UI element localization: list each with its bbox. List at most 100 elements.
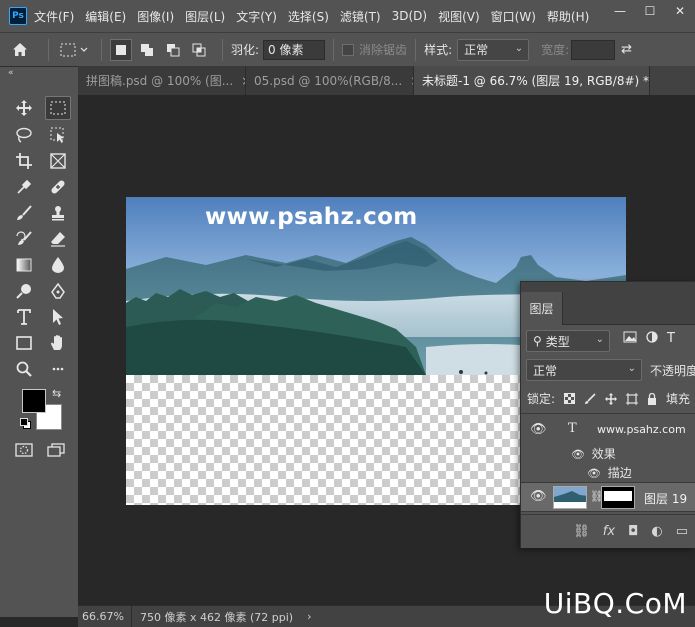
adjustment-filter-icon[interactable] (646, 331, 658, 343)
rectangle-tool-icon[interactable] (11, 331, 37, 355)
separator (333, 38, 335, 61)
menu-type[interactable]: 文字(Y) (236, 8, 277, 25)
effects-row[interactable]: 👁 效果 (571, 445, 616, 462)
link-layers-icon[interactable]: ⛓ (573, 524, 590, 539)
swap-dimensions-icon[interactable]: ⇄ (621, 42, 632, 57)
stroke-effect-row[interactable]: 👁 描边 (587, 464, 632, 481)
more-tools-icon[interactable] (45, 357, 71, 381)
menu-help[interactable]: 帮助(H) (547, 8, 589, 25)
zoom-tool-icon[interactable] (11, 357, 37, 381)
lock-position-icon[interactable] (605, 392, 618, 405)
dodge-tool-icon[interactable] (11, 279, 37, 303)
minimize-button[interactable]: — (605, 0, 635, 22)
adjustment-layer-icon[interactable]: ◐ (651, 524, 662, 539)
subtract-selection-button[interactable] (162, 39, 184, 61)
menu-image[interactable]: 图像(I) (137, 8, 174, 25)
chevron-down-icon: ⌄ (514, 42, 524, 54)
clone-stamp-tool-icon[interactable] (45, 201, 71, 225)
blend-mode-value: 正常 (533, 363, 558, 378)
menu-layer[interactable]: 图层(L) (185, 8, 225, 25)
separator (521, 413, 695, 414)
blur-tool-icon[interactable] (45, 253, 71, 277)
lock-all-icon[interactable] (647, 392, 657, 405)
frame-tool-icon[interactable] (45, 149, 71, 173)
menu-filter[interactable]: 滤镜(T) (340, 8, 381, 25)
antialias-label: 消除锯齿 (359, 43, 408, 57)
type-tool-icon[interactable] (11, 305, 37, 329)
add-selection-icon (141, 43, 153, 56)
fx-icon[interactable]: fx (603, 524, 615, 539)
layer-row-text[interactable]: 👁 T www.psahz.com (521, 416, 695, 444)
rect-marquee-preset-icon[interactable] (57, 43, 93, 57)
eye-icon[interactable]: 👁 (571, 448, 585, 461)
tab-label: 拼图稿.psd @ 100% (图... (86, 74, 234, 88)
antialias-checkbox[interactable] (342, 43, 355, 56)
layer-filter-value: 类型 (545, 334, 570, 349)
status-menu-icon[interactable]: › (307, 610, 311, 623)
eraser-tool-icon[interactable] (45, 227, 71, 251)
feather-label: 羽化: (231, 43, 260, 57)
add-selection-button[interactable] (136, 39, 158, 61)
menu-window[interactable]: 窗口(W) (491, 8, 536, 25)
tab-document-1[interactable]: 拼图稿.psd @ 100% (图... × (78, 66, 246, 95)
tab-layers[interactable]: 图层 (521, 292, 563, 325)
lock-pixels-icon[interactable] (584, 392, 596, 405)
effects-label: 效果 (591, 447, 616, 461)
zoom-level[interactable]: 66.67% (78, 606, 132, 627)
style-label: 样式: (424, 43, 453, 57)
new-selection-button[interactable] (110, 38, 132, 61)
swap-colors-icon[interactable]: ⇆ (52, 387, 61, 400)
type-filter-icon[interactable]: T (667, 331, 675, 346)
intersect-selection-button[interactable] (188, 39, 210, 61)
tab-document-2[interactable]: 05.psd @ 100%(RGB/8... × (246, 66, 414, 95)
hand-tool-icon[interactable] (45, 331, 71, 355)
brush-tool-icon[interactable] (11, 201, 37, 225)
screen-mode-icon[interactable] (43, 438, 69, 462)
style-dropdown[interactable]: 正常 ⌄ (457, 38, 530, 61)
menu-file[interactable]: 文件(F) (34, 8, 74, 25)
tab-document-3[interactable]: 未标题-1 @ 66.7% (图层 19, RGB/8#) * × (414, 66, 650, 95)
lock-transparent-icon[interactable] (564, 393, 576, 404)
search-icon: ⚲ (533, 334, 542, 348)
foreground-color-swatch[interactable] (22, 389, 46, 413)
lock-artboard-icon[interactable] (626, 392, 639, 405)
collapse-toolbar-icon[interactable]: « (8, 67, 14, 79)
path-select-tool-icon[interactable] (45, 305, 71, 329)
toolbar-header: « (0, 66, 78, 80)
home-icon[interactable] (0, 42, 40, 57)
move-tool-icon[interactable] (11, 96, 37, 120)
text-layer-name: www.psahz.com (597, 423, 686, 436)
layer-filter-dropdown[interactable]: ⚲ 类型 ⌄ (526, 330, 610, 352)
maximize-button[interactable]: ☐ (635, 0, 665, 22)
pen-tool-icon[interactable] (45, 279, 71, 303)
close-window-button[interactable]: ✕ (665, 0, 695, 22)
eye-icon[interactable]: 👁 (587, 467, 601, 480)
lasso-tool-icon[interactable] (11, 123, 37, 147)
rect-marquee-tool-icon[interactable] (45, 96, 71, 120)
menu-3d[interactable]: 3D(D) (392, 9, 427, 23)
gradient-tool-icon[interactable] (11, 253, 37, 277)
blend-mode-dropdown[interactable]: 正常 ⌄ (526, 359, 642, 381)
object-select-tool-icon[interactable] (45, 123, 71, 147)
new-group-icon[interactable]: ▭ (676, 524, 688, 539)
width-input[interactable] (571, 39, 616, 60)
history-brush-tool-icon[interactable] (11, 227, 37, 251)
layer-mask-thumbnail[interactable] (601, 486, 635, 509)
menu-edit[interactable]: 编辑(E) (85, 8, 126, 25)
separator (48, 38, 49, 61)
menu-view[interactable]: 视图(V) (438, 8, 480, 25)
pixel-filter-icon[interactable] (623, 331, 637, 343)
layer-row-image[interactable]: 👁 ⛓ 图层 19 (521, 482, 695, 512)
healing-brush-tool-icon[interactable] (45, 175, 71, 199)
default-colors-icon[interactable] (20, 418, 31, 429)
menu-select[interactable]: 选择(S) (288, 8, 329, 25)
fill-label: 填充 (666, 392, 691, 406)
feather-input[interactable]: 0 像素 (263, 39, 326, 60)
quick-mask-icon[interactable] (11, 438, 37, 462)
eye-icon[interactable]: 👁 (530, 422, 547, 437)
eye-icon[interactable]: 👁 (530, 489, 547, 504)
eyedropper-tool-icon[interactable] (11, 175, 37, 199)
add-mask-icon[interactable]: ◘ (628, 524, 638, 539)
crop-tool-icon[interactable] (11, 149, 37, 173)
chevron-down-icon: ⌄ (595, 334, 604, 345)
